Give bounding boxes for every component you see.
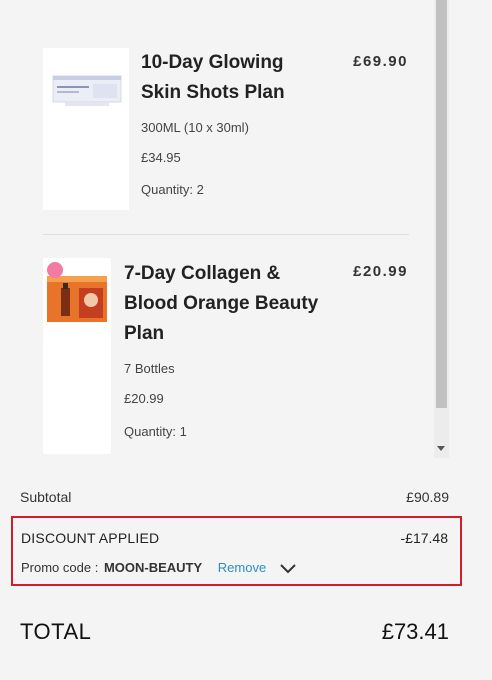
product-image: [43, 48, 129, 210]
cart-item: 10-Day Glowing Skin Shots Plan £69.90 30…: [43, 48, 409, 210]
promo-code: MOON-BEAUTY: [103, 560, 203, 575]
total-value: £73.41: [381, 619, 449, 644]
product-size: 300ML (10 x 30ml): [141, 120, 249, 135]
chevron-down-icon[interactable]: [280, 563, 296, 578]
discount-section: Discount Applied -£17.48 Promo code : MO…: [11, 516, 462, 586]
promo-code-prefix: Promo code :: [21, 560, 99, 575]
total-label: TOTAL: [20, 619, 92, 644]
quantity: Quantity: 1: [124, 424, 187, 439]
subtotal-label: Subtotal: [20, 489, 72, 505]
scrollbar-thumb[interactable]: [436, 0, 447, 408]
product-name[interactable]: 7-Day Collagen & Blood Orange Beauty Pla…: [124, 259, 339, 349]
promo-code-row: Promo code : MOON-BEAUTY Remove: [21, 560, 296, 578]
line-total: £20.99: [353, 263, 408, 280]
discount-value: -£17.48: [400, 530, 448, 546]
product-size: 7 Bottles: [124, 361, 175, 376]
item-divider: [43, 234, 409, 235]
scroll-down-arrow-icon[interactable]: [437, 446, 445, 451]
cart-items-scroll-area[interactable]: 10-Day Glowing Skin Shots Plan £69.90 30…: [0, 0, 450, 458]
quantity: Quantity: 2: [141, 182, 204, 197]
product-image: [43, 258, 111, 454]
unit-price: £34.95: [141, 150, 181, 165]
discount-label: Discount Applied: [21, 530, 160, 546]
scrollbar[interactable]: [434, 0, 449, 458]
product-name[interactable]: 10-Day Glowing Skin Shots Plan: [141, 48, 311, 108]
subtotal-value: £90.89: [406, 489, 449, 505]
unit-price: £20.99: [124, 391, 164, 406]
line-total: £69.90: [353, 53, 408, 70]
remove-promo-link[interactable]: Remove: [218, 560, 266, 575]
cart-item: 7-Day Collagen & Blood Orange Beauty Pla…: [43, 258, 409, 454]
